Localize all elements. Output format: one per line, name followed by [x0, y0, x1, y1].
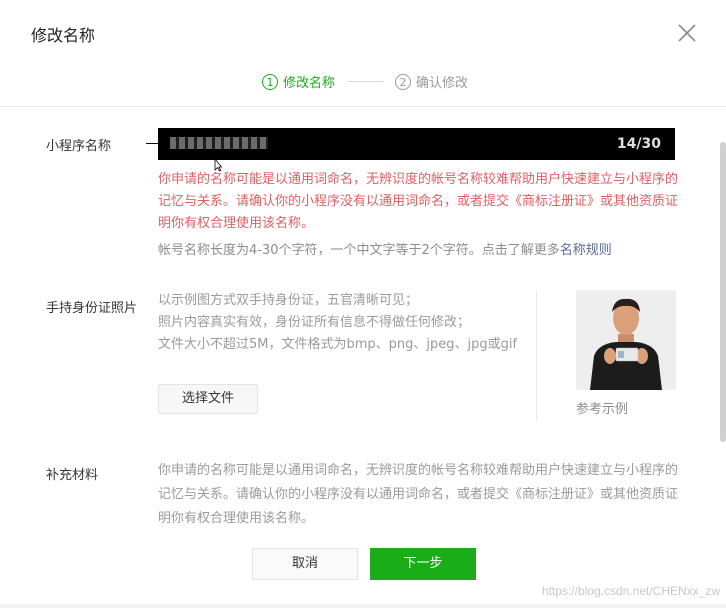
name-error-message: 你申请的名称可能是以通用词命名，无辨识度的帐号名称较难帮助用户快速建立与小程序的… [158, 172, 679, 231]
requirement-line: 以示例图方式双手持身份证，五官清晰可见； [158, 293, 419, 308]
vertical-divider [536, 290, 537, 420]
next-step-button[interactable]: 下一步 [370, 548, 476, 580]
rename-dialog: 修改名称 1 修改名称 2 确认修改 小程序名称 14/30 你申请的名称可能是… [0, 0, 726, 608]
requirement-line: 照片内容真实有效，身份证所有信息不得做任何修改； [158, 315, 471, 330]
step-1-label: 修改名称 [283, 76, 336, 91]
scrollbar[interactable] [720, 142, 726, 442]
naming-rules-link[interactable]: 名称规则 [560, 243, 612, 258]
step-indicator: 1 修改名称 2 确认修改 [262, 72, 468, 91]
step-2-number: 2 [395, 73, 412, 90]
supplement-text: 你申请的名称可能是以通用词命名，无辨识度的帐号名称较难帮助用户快速建立与小程序的… [158, 463, 679, 526]
name-hint-text: 帐号名称长度为4-30个字符，一个中文字等于2个字符。点击了解更多 [158, 243, 560, 258]
choose-file-button[interactable]: 选择文件 [158, 384, 258, 414]
watermark: https://blog.csdn.net/CHENxx_zw [541, 584, 720, 598]
step-1: 1 修改名称 [262, 72, 335, 91]
step-2-label: 确认修改 [416, 76, 469, 91]
bottom-border [0, 604, 726, 608]
char-counter: 14/30 [616, 136, 661, 152]
name-input[interactable]: 14/30 [158, 128, 675, 160]
name-field-label: 小程序名称 [46, 139, 112, 154]
masked-name-value [170, 137, 268, 149]
supplement-label: 补充材料 [46, 468, 99, 483]
step-1-number: 1 [262, 73, 278, 90]
step-2: 2 确认修改 [395, 72, 468, 91]
requirement-line: 文件大小不超过5M，文件格式为bmp、png、jpeg、jpg或gif [158, 337, 518, 352]
example-photo [576, 290, 676, 390]
header-divider [0, 106, 726, 107]
name-hint: 帐号名称长度为4-30个字符，一个中文字等于2个字符。点击了解更多名称规则 [158, 239, 612, 258]
close-icon[interactable] [676, 22, 698, 44]
dialog-title: 修改名称 [31, 26, 96, 45]
id-photo-label: 手持身份证照片 [46, 301, 138, 316]
cancel-button[interactable]: 取消 [252, 548, 358, 580]
id-photo-requirements: 以示例图方式双手持身份证，五官清晰可见； 照片内容真实有效，身份证所有信息不得做… [158, 290, 520, 356]
example-caption: 参考示例 [576, 402, 629, 417]
step-connector [347, 81, 384, 82]
